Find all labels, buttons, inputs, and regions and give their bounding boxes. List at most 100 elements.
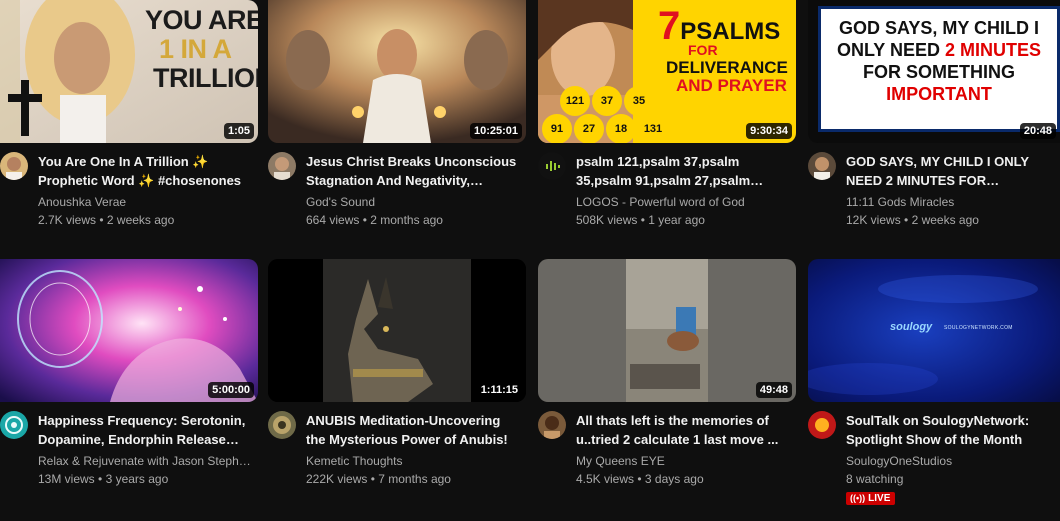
psalm-number: 35 [624, 86, 654, 116]
channel-avatar[interactable] [808, 152, 836, 180]
thumb-text: FOR SOMETHING [863, 62, 1015, 82]
video-title[interactable]: Jesus Christ Breaks Unconscious Stagnati… [306, 152, 520, 190]
view-count: 8 watching [846, 472, 904, 486]
channel-avatar[interactable] [268, 411, 296, 439]
thumbnail-image [538, 259, 796, 402]
channel-name[interactable]: SoulogyOneStudios [846, 452, 1054, 470]
thumb-text: GOD SAYS, MY CHILD I [838, 18, 1040, 38]
thumbnail-text-card: GOD SAYS, MY CHILD I ONLY NEED 2 MINUTES… [818, 6, 1060, 132]
video-card[interactable]: 49:48 All thats left is the memories of … [538, 259, 796, 521]
video-card[interactable]: 10:25:01 Jesus Christ Breaks Unconscious… [268, 0, 526, 262]
video-card[interactable]: 7PSALMS FOR DELIVERANCE AND PRAYER 121 3… [538, 0, 796, 262]
upload-age: 3 years ago [105, 472, 169, 486]
channel-avatar[interactable] [808, 411, 836, 439]
video-title[interactable]: SoulTalk on SoulogyNetwork: Spotlight Sh… [846, 411, 1054, 449]
upload-age: 3 days ago [644, 472, 704, 486]
thumb-text: YOU ARE [145, 5, 258, 35]
thumb-text: SOULOGYNETWORK.COM [944, 325, 1013, 331]
psalm-number: 37 [592, 86, 622, 116]
thumb-text: soulogy [890, 321, 933, 333]
channel-name[interactable]: God's Sound [306, 193, 520, 211]
video-title[interactable]: You Are One In A Trillion ✨ Prophetic Wo… [38, 152, 252, 190]
psalm-number: 131 [638, 114, 668, 143]
thumb-text: ONLY NEED [836, 40, 946, 60]
video-duration: 10:25:01 [469, 123, 522, 139]
video-thumbnail[interactable]: 10:25:01 [268, 0, 526, 143]
psalm-number: 18 [606, 114, 636, 143]
video-title[interactable]: GOD SAYS, MY CHILD I ONLY NEED 2 MINUTES… [846, 152, 1054, 190]
video-thumbnail[interactable]: YOU ARE 1 IN A TRILLION 1:05 [0, 0, 258, 143]
upload-age: 1 year ago [648, 213, 705, 227]
video-thumbnail[interactable]: 1:11:15 [268, 259, 526, 402]
avatar-image [544, 416, 560, 439]
video-title[interactable]: ANUBIS Meditation-Uncovering the Mysteri… [306, 411, 520, 449]
thumb-text: PSALMS [680, 18, 781, 45]
thumb-text: FOR [688, 42, 718, 58]
view-count: 12K views [846, 213, 901, 227]
upload-age: 2 months ago [370, 213, 443, 227]
channel-name[interactable]: Kemetic Thoughts [306, 452, 520, 470]
video-thumbnail[interactable]: 49:48 [538, 259, 796, 402]
video-duration: 1:05 [223, 123, 254, 139]
thumbnail-image [0, 259, 258, 402]
thumb-text: 7 [658, 4, 681, 48]
channel-avatar[interactable] [538, 411, 566, 439]
avatar-image [273, 416, 291, 434]
psalm-number: 27 [574, 114, 604, 143]
channel-name[interactable]: Anoushka Verae [38, 193, 252, 211]
video-thumbnail[interactable]: GOD SAYS, MY CHILD I ONLY NEED 2 MINUTES… [808, 0, 1060, 143]
thumbnail-image [268, 259, 526, 402]
more-options-icon[interactable]: ⋮ [1056, 411, 1060, 431]
channel-avatar[interactable] [0, 152, 28, 180]
video-title[interactable]: All thats left is the memories of u..tri… [576, 411, 790, 449]
video-stats: 664 views • 2 months ago [306, 213, 443, 227]
channel-name[interactable]: My Queens EYE [576, 452, 790, 470]
thumb-text: DELIVERANCE [666, 58, 788, 77]
video-thumbnail[interactable]: 7PSALMS FOR DELIVERANCE AND PRAYER 121 3… [538, 0, 796, 143]
video-duration: 49:48 [755, 382, 792, 398]
video-thumbnail[interactable]: soulogy SOULOGYNETWORK.COM [808, 259, 1060, 402]
view-count: 508K views [576, 213, 638, 227]
view-count: 4.5K views [576, 472, 635, 486]
video-card[interactable]: 5:00:00 Happiness Frequency: Serotonin, … [0, 259, 258, 521]
upload-age: 7 months ago [378, 472, 451, 486]
live-badge: ((•)) LIVE [846, 491, 896, 505]
avatar-image [815, 418, 829, 432]
channel-name[interactable]: LOGOS - Powerful word of God [576, 193, 790, 211]
avatar-image [546, 161, 560, 171]
video-duration: 20:48 [1019, 123, 1056, 139]
view-count: 664 views [306, 213, 360, 227]
video-duration: 5:00:00 [208, 382, 254, 398]
video-stats: 2.7K views • 2 weeks ago [38, 213, 175, 227]
video-card[interactable]: GOD SAYS, MY CHILD I ONLY NEED 2 MINUTES… [808, 0, 1060, 262]
channel-avatar[interactable] [0, 411, 28, 439]
channel-avatar[interactable] [538, 152, 566, 180]
channel-name[interactable]: 11:11 Gods Miracles [846, 193, 1054, 211]
thumb-text-line: ONLY NEED 2 MINUTES [821, 39, 1057, 61]
view-count: 2.7K views [38, 213, 97, 227]
avatar-image [5, 416, 23, 434]
video-thumbnail[interactable]: 5:00:00 [0, 259, 258, 402]
video-title[interactable]: psalm 121,psalm 37,psalm 35,psalm 91,psa… [576, 152, 790, 190]
thumb-text: 1 IN A [159, 34, 232, 64]
psalm-number: 121 [560, 86, 590, 116]
live-broadcast-icon: ((•)) [850, 493, 866, 503]
video-card[interactable]: YOU ARE 1 IN A TRILLION 1:05 You Are One… [0, 0, 258, 262]
avatar-image [6, 157, 22, 180]
thumb-text: 2 MINUTES [945, 40, 1042, 60]
upload-age: 2 weeks ago [911, 213, 979, 227]
video-stats: 4.5K views • 3 days ago [576, 472, 704, 486]
video-duration: 9:30:34 [746, 123, 792, 139]
thumb-text: IMPORTANT [886, 84, 992, 104]
thumb-text: AND PRAYER [676, 76, 787, 95]
channel-name[interactable]: Relax & Rejuvenate with Jason Stephenson [38, 452, 252, 470]
thumb-text: TRILLION [153, 63, 258, 93]
video-title[interactable]: Happiness Frequency: Serotonin, Dopamine… [38, 411, 252, 449]
thumbnail-image [808, 259, 1060, 402]
channel-avatar[interactable] [268, 152, 296, 180]
cross-icon [8, 80, 42, 136]
live-label: LIVE [868, 492, 891, 504]
view-count: 13M views [38, 472, 95, 486]
video-card[interactable]: soulogy SOULOGYNETWORK.COM SoulTalk on S… [808, 259, 1060, 521]
video-card[interactable]: 1:11:15 ANUBIS Meditation-Uncovering the… [268, 259, 526, 521]
